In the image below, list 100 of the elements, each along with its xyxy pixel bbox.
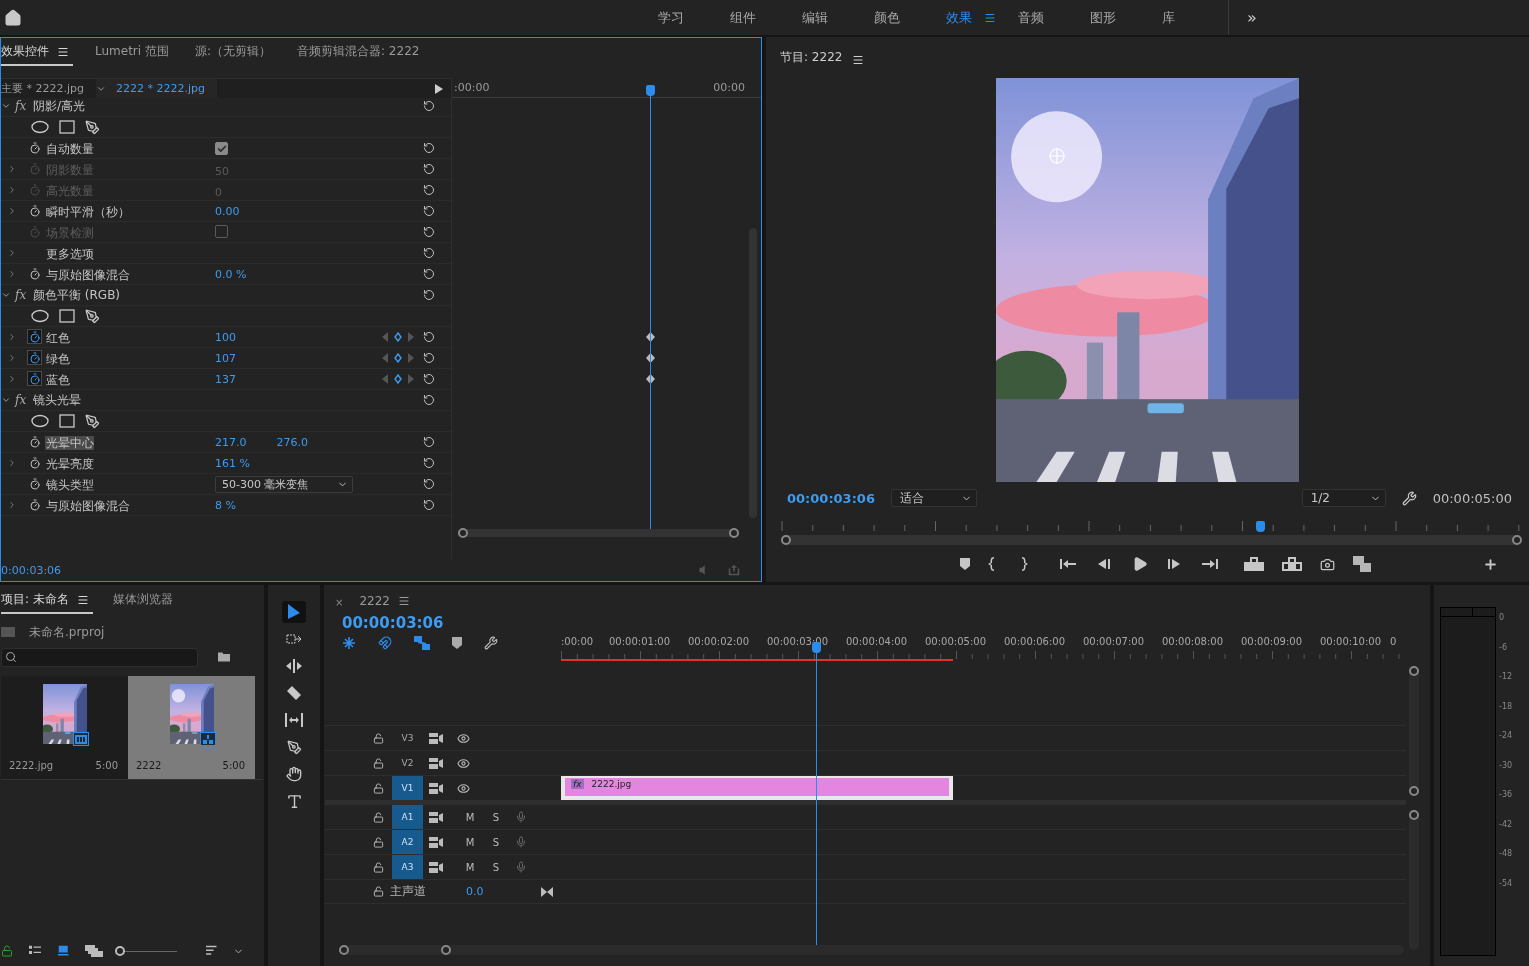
panel-tab[interactable]: 音频剪辑混合器: 2222 xyxy=(297,43,424,66)
stopwatch-icon[interactable] xyxy=(27,476,42,491)
snap-toggle-icon[interactable] xyxy=(378,636,392,650)
reset-icon[interactable] xyxy=(423,331,435,343)
expand-icon[interactable] xyxy=(7,248,17,258)
project-item[interactable]: 2222.jpg 5:00 xyxy=(1,676,128,779)
menu-icon[interactable] xyxy=(397,595,410,607)
reset-icon[interactable] xyxy=(423,268,435,280)
reset-icon[interactable] xyxy=(423,142,435,154)
track-volume[interactable]: 0.0 xyxy=(466,885,484,898)
reset-icon[interactable] xyxy=(423,352,435,364)
sync-lock-icon[interactable] xyxy=(429,811,443,823)
track-target[interactable]: V2 xyxy=(392,751,423,775)
workspace-tab[interactable]: 编辑 xyxy=(790,8,862,27)
eye-icon[interactable] xyxy=(457,756,470,770)
lock-icon[interactable] xyxy=(373,886,384,897)
track-target[interactable]: A2 xyxy=(392,830,423,854)
step-forward-button[interactable] xyxy=(1168,558,1182,570)
stopwatch-icon[interactable] xyxy=(27,371,42,386)
lock-icon[interactable] xyxy=(1,945,13,957)
panel-tab[interactable]: 效果控件 xyxy=(1,43,73,66)
track-target[interactable]: A3 xyxy=(392,855,423,879)
solo-toggle[interactable]: S xyxy=(483,861,509,873)
reset-icon[interactable] xyxy=(423,289,435,301)
expand-icon[interactable] xyxy=(7,332,17,342)
zoom-dropdown[interactable]: 适合 xyxy=(890,489,977,507)
stopwatch-icon[interactable] xyxy=(27,266,42,281)
add-button[interactable] xyxy=(1483,556,1498,572)
collapse-icon[interactable] xyxy=(1,101,11,111)
checkbox[interactable] xyxy=(215,142,228,155)
sync-lock-icon[interactable] xyxy=(429,757,443,769)
panel-tab[interactable]: 项目: 未命名 xyxy=(1,591,93,614)
comparison-view-button[interactable] xyxy=(1353,556,1371,572)
workspace-tab[interactable]: 组件 xyxy=(718,8,790,27)
stopwatch-icon[interactable] xyxy=(27,350,42,365)
rectangle-mask-icon[interactable] xyxy=(59,414,75,428)
playhead-handle[interactable] xyxy=(645,85,655,96)
icon-view-icon[interactable] xyxy=(57,945,71,957)
sequence-tab[interactable]: 2222 xyxy=(359,594,414,614)
find-icon[interactable] xyxy=(216,651,232,663)
value-text[interactable]: 276.0 xyxy=(276,435,308,449)
workspace-tab[interactable]: 学习 xyxy=(646,8,718,27)
expand-icon[interactable] xyxy=(7,500,17,510)
reset-icon[interactable] xyxy=(423,436,435,448)
pen-mask-icon[interactable] xyxy=(85,119,100,135)
list-view-icon[interactable] xyxy=(27,945,43,957)
mark-out-button[interactable] xyxy=(1020,557,1028,571)
workspace-tab[interactable]: 颜色 xyxy=(862,8,934,27)
menu-icon[interactable] xyxy=(984,11,996,24)
play-button[interactable] xyxy=(1132,556,1148,572)
timeline-clip[interactable]: fx 2222.jpg xyxy=(561,776,953,800)
collapse-icon[interactable] xyxy=(1,395,11,405)
ellipse-mask-icon[interactable] xyxy=(31,414,49,428)
reset-icon[interactable] xyxy=(423,499,435,511)
settings-icon[interactable] xyxy=(484,636,498,650)
mute-toggle[interactable]: M xyxy=(457,861,483,873)
reset-icon[interactable] xyxy=(423,373,435,385)
workspace-tab[interactable]: 音频 xyxy=(1006,8,1078,27)
pen-mask-icon[interactable] xyxy=(85,413,100,429)
export-frame-button[interactable] xyxy=(1320,556,1335,572)
lock-icon[interactable] xyxy=(373,861,384,873)
bowtie-icon[interactable] xyxy=(541,886,553,897)
scrollbar[interactable] xyxy=(1409,666,1419,796)
menu-icon[interactable] xyxy=(76,593,89,606)
scrollbar[interactable] xyxy=(1409,810,1419,950)
lift-button[interactable] xyxy=(1244,557,1264,571)
ellipse-mask-icon[interactable] xyxy=(31,120,49,134)
reset-icon[interactable] xyxy=(423,100,435,112)
lock-icon[interactable] xyxy=(373,782,384,794)
collapse-icon[interactable] xyxy=(1,290,11,300)
project-item[interactable]: 2222 5:00 xyxy=(128,676,255,779)
menu-icon[interactable] xyxy=(852,54,865,66)
reset-icon[interactable] xyxy=(423,457,435,469)
panel-tab[interactable]: Lumetri 范围 xyxy=(95,43,173,66)
mic-icon[interactable] xyxy=(515,836,527,848)
ellipse-mask-icon[interactable] xyxy=(31,309,49,323)
expand-icon[interactable] xyxy=(7,458,17,468)
playhead-handle[interactable] xyxy=(1256,521,1266,532)
rectangle-mask-icon[interactable] xyxy=(59,120,75,134)
time-ruler[interactable]: :00:00 00:00:01:00 00:00:02:00 00:00:03:00 00:00:04:00 00:00:05:00 00:00:06:00 00:00:07:00 00:00:08:00 00:00:09:00 00:00:10:00 0 xyxy=(561,614,1406,661)
value-text[interactable]: 107 xyxy=(215,351,236,365)
keyframe-icon[interactable] xyxy=(394,332,402,342)
value-text[interactable]: 100 xyxy=(215,330,236,344)
value-text[interactable]: 0.0 % xyxy=(215,267,247,281)
stopwatch-icon[interactable] xyxy=(27,329,42,344)
expand-icon[interactable] xyxy=(7,269,17,279)
keyframe-icon[interactable] xyxy=(394,353,402,363)
solo-toggle[interactable]: S xyxy=(483,811,509,823)
eye-icon[interactable] xyxy=(457,731,470,745)
workspace-tab[interactable]: 效果 xyxy=(934,8,1006,27)
settings-icon[interactable] xyxy=(1401,490,1417,506)
track-target[interactable]: A1 xyxy=(392,805,423,829)
lock-icon[interactable] xyxy=(373,811,384,823)
value-text[interactable]: 0.00 xyxy=(215,204,240,218)
clip-tab[interactable]: 主要 * 2222.jpg xyxy=(1,79,96,98)
value-text[interactable]: 137 xyxy=(215,372,236,386)
reset-icon[interactable] xyxy=(423,205,435,217)
go-to-in-button[interactable] xyxy=(1060,557,1076,571)
panel-tab[interactable]: 源:（无剪辑） xyxy=(194,43,275,66)
sync-lock-icon[interactable] xyxy=(429,782,443,794)
